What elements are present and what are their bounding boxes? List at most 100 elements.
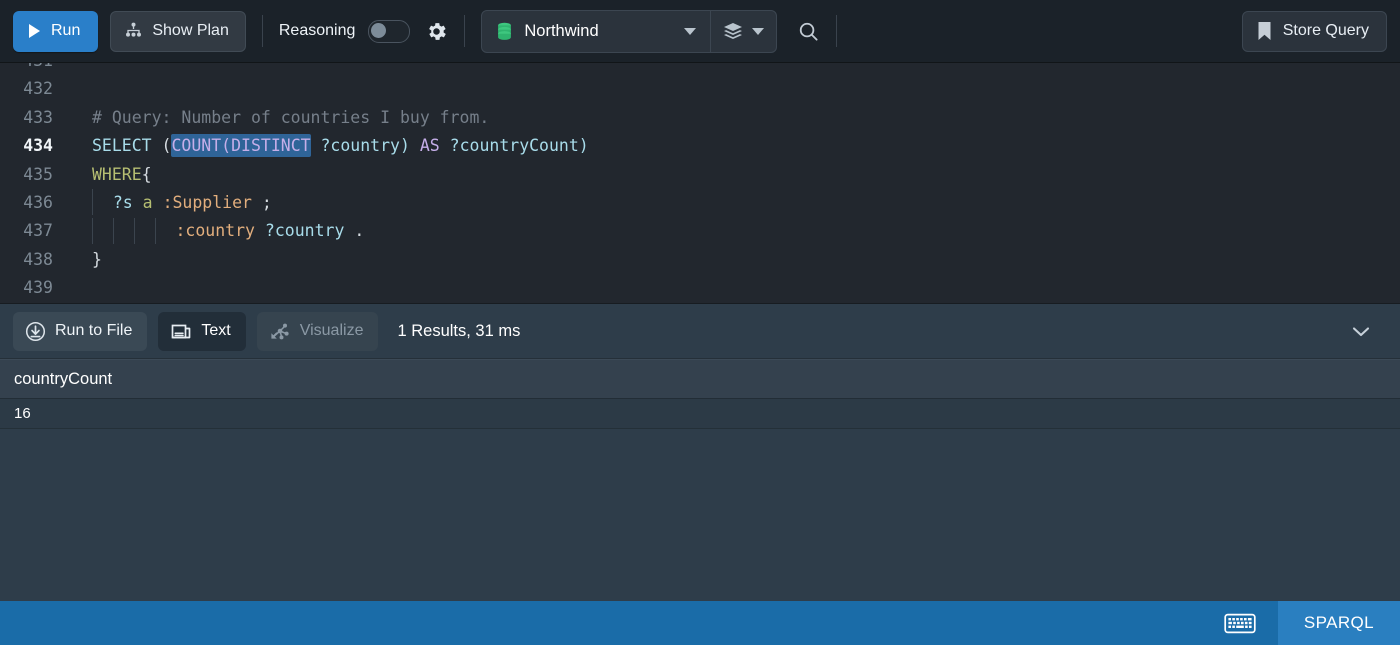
line-number: 435: [23, 164, 53, 184]
toolbar-divider-1: [261, 15, 263, 47]
node-graph-icon: [269, 321, 291, 341]
download-circle-icon: [25, 321, 46, 342]
keyboard-icon: [1224, 612, 1256, 635]
sparql-code-editor[interactable]: 431 432 433 # Query: Number of countries…: [0, 63, 1400, 303]
result-summary: 1 Results, 31 ms: [397, 321, 521, 340]
code-line: 437 :country ?country .: [0, 217, 1400, 245]
plan-tree-icon: [124, 22, 143, 40]
indent-guide: [154, 217, 156, 244]
token-class-iri: :Supplier: [162, 192, 252, 212]
token-object-var: ?country: [254, 221, 345, 241]
run-button[interactable]: Run: [13, 10, 99, 52]
indent-guide: [112, 217, 114, 244]
results-toolbar: Run to File Text Visualize 1 Results, 31…: [0, 303, 1400, 358]
search-button[interactable]: [797, 20, 820, 43]
toolbar-divider-3: [836, 15, 838, 47]
results-table-header: countryCount: [0, 359, 1400, 399]
gear-icon: [425, 20, 448, 43]
code-comment: # Query: Number of countries I buy from.: [92, 107, 490, 127]
line-number: 431: [0, 63, 66, 75]
code-scroll-area: 431 432 433 # Query: Number of countries…: [0, 63, 1400, 303]
token-as: AS: [409, 136, 450, 156]
store-query-button[interactable]: Store Query: [1241, 10, 1387, 52]
reasoning-toggle-knob: [371, 22, 387, 38]
token-paren-open: (: [151, 136, 172, 156]
text-view-tab[interactable]: Text: [158, 311, 246, 351]
indent-guide: [133, 217, 135, 244]
code-line: 435 WHERE{: [0, 161, 1400, 189]
token-semicolon: ;: [251, 192, 272, 212]
code-line-active: 434 SELECT (COUNT(DISTINCT ?country) AS …: [0, 132, 1400, 160]
database-icon: [496, 22, 513, 41]
column-header-countrycount[interactable]: countryCount: [0, 370, 112, 389]
reasoning-label: Reasoning: [278, 22, 356, 39]
run-button-label: Run: [51, 22, 81, 39]
line-content: WHERE{: [66, 161, 152, 189]
line-number: 439: [23, 278, 53, 298]
editor-selection[interactable]: COUNT(DISTINCT: [171, 134, 311, 158]
collapse-results-button[interactable]: [1351, 325, 1387, 338]
app-window: Run Show Plan Reasoning Northwind Store …: [0, 0, 1400, 645]
database-name: Northwind: [524, 21, 599, 40]
results-panel: countryCount 16: [0, 358, 1400, 601]
layers-icon: [723, 22, 743, 40]
line-content: # Query: Number of countries I buy from.: [66, 104, 489, 132]
code-line: 439: [0, 274, 1400, 302]
chevron-down-icon: [1351, 325, 1371, 338]
line-content: ?s a :Supplier ;: [66, 189, 272, 217]
search-icon: [797, 20, 820, 43]
token-country-var: ?country): [310, 136, 410, 156]
token-alias: ?countryCount): [449, 136, 589, 156]
toolbar-divider-2: [464, 15, 466, 47]
main-toolbar: Run Show Plan Reasoning Northwind Store …: [0, 0, 1400, 63]
language-mode-label: SPARQL: [1303, 613, 1374, 632]
store-query-label: Store Query: [1282, 22, 1369, 39]
layers-caret-down-icon: [752, 27, 765, 35]
indent-guide: [92, 189, 93, 216]
code-line: 433 # Query: Number of countries I buy f…: [0, 104, 1400, 132]
token-subject: ?s: [112, 192, 133, 212]
line-content: }: [66, 246, 102, 274]
show-plan-button[interactable]: Show Plan: [110, 10, 246, 52]
layers-selector[interactable]: [710, 10, 776, 52]
settings-button[interactable]: [425, 20, 448, 43]
indent-guide: [92, 217, 93, 244]
line-number: 438: [23, 249, 53, 269]
text-view-label: Text: [201, 322, 231, 339]
visualize-label: Visualize: [299, 322, 364, 339]
code-line: 436 ?s a :Supplier ;: [0, 189, 1400, 217]
line-number: 432: [23, 79, 53, 99]
line-number: 436: [23, 192, 53, 212]
bookmark-icon: [1257, 21, 1272, 41]
token-dot: .: [344, 221, 365, 241]
line-number: 433: [23, 107, 53, 127]
database-selector[interactable]: Northwind: [482, 11, 710, 52]
status-bar: SPARQL: [0, 601, 1400, 645]
table-row[interactable]: 16: [0, 399, 1400, 429]
reasoning-toggle[interactable]: [368, 19, 411, 43]
show-plan-label: Show Plan: [152, 22, 229, 39]
play-icon: [27, 23, 42, 39]
line-number: 434: [23, 136, 53, 156]
caret-down-icon: [684, 27, 697, 35]
line-number: 437: [23, 221, 53, 241]
language-mode-button[interactable]: SPARQL: [1277, 601, 1400, 645]
token-where: WHERE: [92, 164, 142, 184]
token-a: a: [132, 192, 163, 212]
token-close-brace: }: [92, 249, 102, 269]
token-select: SELECT: [92, 136, 152, 156]
database-selector-group: Northwind: [481, 9, 778, 53]
run-to-file-label: Run to File: [55, 322, 133, 339]
code-line: 432: [0, 75, 1400, 103]
visualize-view-tab[interactable]: Visualize: [256, 311, 379, 351]
document-icon: [170, 322, 192, 341]
run-to-file-button[interactable]: Run to File: [13, 311, 148, 351]
token-open-brace: {: [141, 164, 152, 184]
results-empty-area: [0, 429, 1400, 601]
keyboard-shortcuts-button[interactable]: [1202, 601, 1278, 645]
